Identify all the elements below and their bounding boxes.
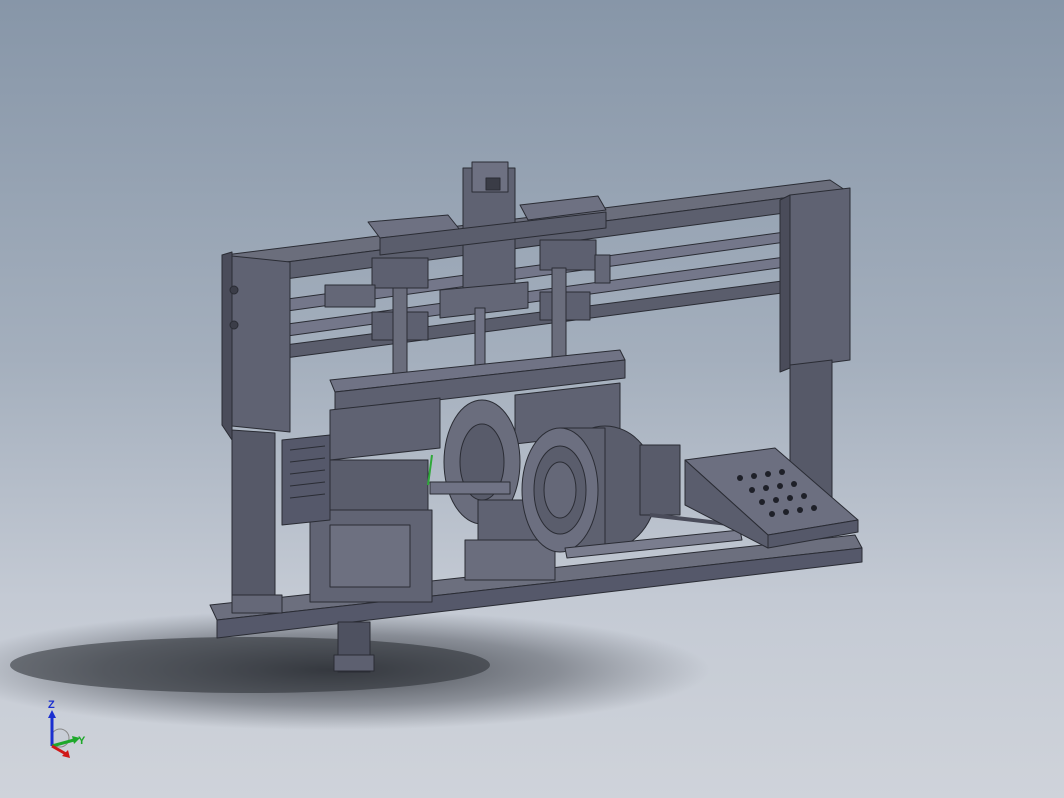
arm-right[interactable]: [594, 254, 611, 284]
drum-motor[interactable]: [639, 444, 681, 516]
machine-assembly[interactable]: [209, 161, 863, 673]
lower-press-guide[interactable]: [317, 459, 429, 511]
green-wire: [427, 454, 433, 486]
left-column-hole: [229, 320, 239, 330]
right-column-side[interactable]: [779, 194, 791, 373]
bearing-block-right-top[interactable]: [539, 239, 597, 271]
right-column-plate[interactable]: [789, 187, 851, 369]
center-pusher[interactable]: [429, 481, 511, 495]
base-foot-left[interactable]: [231, 594, 283, 614]
cad-model-view[interactable]: Z Y: [0, 0, 1064, 798]
lower-press-inner[interactable]: [329, 524, 411, 588]
bottom-cylinder-cap[interactable]: [333, 654, 375, 672]
bearing-block-left-top[interactable]: [371, 257, 429, 289]
guide-shaft-left[interactable]: [392, 287, 408, 387]
center-rod[interactable]: [474, 307, 486, 369]
left-column-hole: [229, 285, 239, 295]
left-column-side[interactable]: [221, 251, 233, 441]
z-axis-label: Z: [48, 699, 55, 711]
drum-face-hub: [543, 461, 577, 519]
center-slide-base[interactable]: [464, 539, 556, 581]
guide-shaft-right[interactable]: [551, 267, 567, 369]
top-cylinder-port: [485, 177, 501, 191]
arm-left[interactable]: [324, 284, 376, 308]
y-axis-label: Y: [78, 735, 86, 747]
left-column-leg[interactable]: [231, 429, 276, 606]
graphics-viewport[interactable]: Z Y: [0, 0, 1064, 798]
ground-shadow-inner: [10, 637, 490, 693]
